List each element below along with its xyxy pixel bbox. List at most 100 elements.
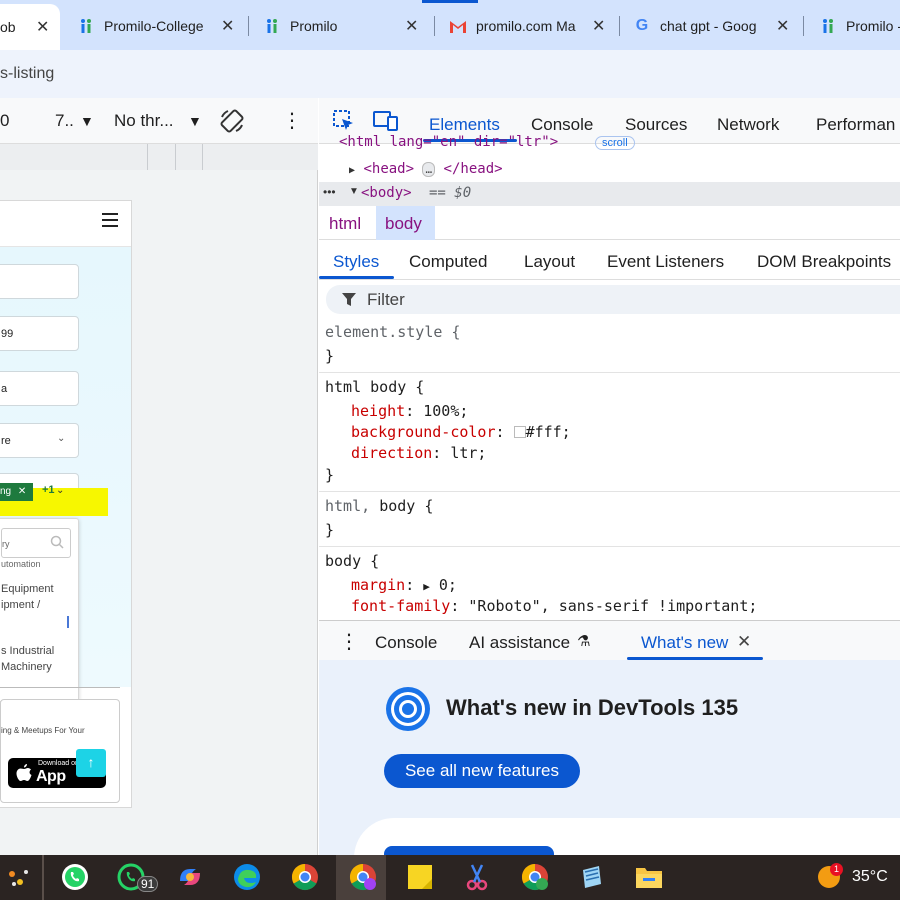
device-toggle-icon[interactable] bbox=[373, 111, 399, 136]
dom-node-body-selected[interactable]: ••• ▼ <body> == $0 bbox=[319, 182, 900, 206]
snipping-tool-icon[interactable] bbox=[462, 862, 492, 892]
browser-tab-active[interactable]: ob ✕ bbox=[0, 4, 60, 50]
tab-elements[interactable]: Elements bbox=[429, 115, 500, 135]
hamburger-menu-icon[interactable] bbox=[102, 213, 118, 232]
css-property-name: direction bbox=[351, 444, 433, 462]
edge-icon[interactable] bbox=[232, 862, 262, 892]
rule-selector[interactable]: html body { bbox=[325, 378, 424, 396]
scroll-badge[interactable]: scroll bbox=[595, 136, 635, 150]
ruler-tick bbox=[202, 144, 203, 170]
css-declaration[interactable]: height: 100%; bbox=[351, 402, 468, 420]
css-property-name: font-family bbox=[351, 597, 451, 615]
expand-arrow-icon[interactable]: ▶ bbox=[349, 165, 355, 176]
chrome-profile-icon[interactable] bbox=[348, 862, 378, 892]
scrollbar-thumb[interactable] bbox=[67, 616, 69, 628]
list-item[interactable]: utomation bbox=[1, 556, 41, 572]
widgets-icon[interactable] bbox=[4, 862, 34, 892]
styles-filter-input[interactable]: Filter bbox=[326, 285, 900, 314]
close-icon[interactable]: ✕ bbox=[776, 16, 789, 36]
collapsed-content-icon[interactable]: … bbox=[422, 162, 436, 177]
tab-console[interactable]: Console bbox=[531, 115, 593, 135]
tab-console-drawer[interactable]: Console bbox=[375, 633, 437, 653]
rotate-icon[interactable] bbox=[218, 107, 246, 140]
close-icon[interactable]: ✕ bbox=[221, 16, 234, 36]
tab-layout[interactable]: Layout bbox=[524, 252, 575, 272]
breadcrumb-html[interactable]: html bbox=[329, 214, 361, 234]
form-field[interactable]: a bbox=[0, 371, 79, 406]
notification-count-badge: 91 bbox=[137, 876, 159, 892]
tab-styles[interactable]: Styles bbox=[333, 252, 379, 272]
tab-ai-assistance[interactable]: AI assistance bbox=[469, 633, 570, 653]
tab-dom-breakpoints[interactable]: DOM Breakpoints bbox=[757, 252, 891, 272]
sticky-notes-icon[interactable] bbox=[405, 862, 435, 892]
row-menu-icon[interactable]: ••• bbox=[323, 185, 336, 199]
expand-arrow-icon[interactable]: ▶ bbox=[423, 580, 430, 593]
promilo-favicon-icon bbox=[264, 18, 280, 34]
browser-tab[interactable]: Promilo ✕ bbox=[264, 6, 424, 46]
rule-close-brace: } bbox=[325, 466, 335, 484]
browser-tab[interactable]: Promilo-College ✕ bbox=[78, 6, 242, 46]
chrome-icon[interactable] bbox=[290, 862, 320, 892]
address-bar[interactable]: s-listing bbox=[0, 50, 900, 98]
html-tag-text: <html lang="en" dir="ltr"> bbox=[339, 134, 559, 150]
rule-divider bbox=[319, 546, 900, 547]
divider bbox=[0, 687, 120, 688]
css-declaration[interactable]: font-family: "Roboto", sans-serif !impor… bbox=[351, 597, 757, 615]
active-tab-indicator bbox=[319, 276, 394, 279]
breadcrumb-body[interactable]: body bbox=[385, 214, 422, 234]
tab-title: Promilo - bbox=[846, 18, 900, 34]
tab-event-listeners[interactable]: Event Listeners bbox=[607, 252, 724, 272]
form-select[interactable]: re ⌄ bbox=[0, 423, 79, 458]
tab-performance[interactable]: Performan bbox=[816, 115, 895, 135]
form-field[interactable] bbox=[0, 264, 79, 299]
form-field[interactable]: 99 bbox=[0, 316, 79, 351]
css-property-value: "Roboto", sans-serif !important; bbox=[468, 597, 758, 615]
more-options-icon[interactable]: ⋮ bbox=[282, 108, 302, 133]
close-icon[interactable]: ✕ bbox=[36, 17, 49, 37]
close-icon[interactable]: ✕ bbox=[592, 16, 605, 36]
rule-divider bbox=[319, 491, 900, 492]
width-input[interactable]: 0 bbox=[0, 111, 9, 131]
file-explorer-icon[interactable] bbox=[634, 862, 664, 892]
copilot-icon[interactable] bbox=[175, 862, 205, 892]
chrome-profile-icon[interactable] bbox=[520, 862, 550, 892]
collapse-arrow-icon[interactable]: ▼ bbox=[349, 186, 359, 197]
see-all-features-button[interactable]: See all new features bbox=[384, 754, 580, 788]
whatsapp-icon[interactable] bbox=[60, 862, 90, 892]
browser-tab[interactable]: Promilo - bbox=[820, 6, 900, 46]
drawer-menu-icon[interactable]: ⋮ bbox=[339, 629, 359, 654]
head-close-tag: </head> bbox=[443, 161, 503, 177]
dom-node-head[interactable]: ▶ <head> … </head> bbox=[349, 161, 503, 177]
rule-selector[interactable]: element.style { bbox=[325, 323, 460, 341]
list-item[interactable]: s Industrial Machinery bbox=[1, 643, 54, 675]
rule-selector[interactable]: body { bbox=[325, 552, 379, 570]
inspect-element-icon[interactable] bbox=[333, 110, 355, 137]
gmail-icon bbox=[450, 18, 466, 34]
tab-computed[interactable]: Computed bbox=[409, 252, 487, 272]
rule-selector[interactable]: html, body { bbox=[325, 497, 433, 515]
filter-icon bbox=[342, 292, 356, 312]
list-item[interactable]: Equipment ipment / bbox=[1, 581, 54, 613]
zoom-select[interactable]: 7.. bbox=[55, 111, 74, 131]
tab-sources[interactable]: Sources bbox=[625, 115, 687, 135]
browser-tab[interactable]: G chat gpt - Goog ✕ bbox=[634, 6, 794, 46]
selected-chip[interactable]: ng ✕ bbox=[0, 483, 33, 501]
weather-temperature[interactable]: 35°C bbox=[852, 868, 888, 886]
dom-node-html[interactable]: <html lang="en" dir="ltr"> scroll bbox=[339, 134, 635, 150]
browser-tab[interactable]: promilo.com Ma ✕ bbox=[450, 6, 610, 46]
close-icon[interactable]: ✕ bbox=[18, 486, 26, 497]
tab-whats-new[interactable]: What's new bbox=[641, 633, 728, 653]
url-text: s-listing bbox=[0, 65, 55, 82]
tab-separator bbox=[803, 16, 804, 36]
dropdown-search-input[interactable]: ry bbox=[1, 528, 71, 558]
css-declaration[interactable]: direction: ltr; bbox=[351, 444, 486, 462]
close-icon[interactable]: ✕ bbox=[737, 632, 751, 652]
notepad-icon[interactable] bbox=[577, 862, 607, 892]
close-icon[interactable]: ✕ bbox=[405, 16, 418, 36]
css-declaration[interactable]: margin: ▶ 0; bbox=[351, 576, 457, 594]
scroll-to-top-button[interactable]: ↑ bbox=[76, 749, 106, 777]
throttle-select[interactable]: No thr... bbox=[114, 111, 174, 131]
css-declaration[interactable]: background-color: #fff; bbox=[351, 423, 571, 441]
tab-network[interactable]: Network bbox=[717, 115, 779, 135]
color-swatch-icon[interactable] bbox=[513, 426, 526, 438]
